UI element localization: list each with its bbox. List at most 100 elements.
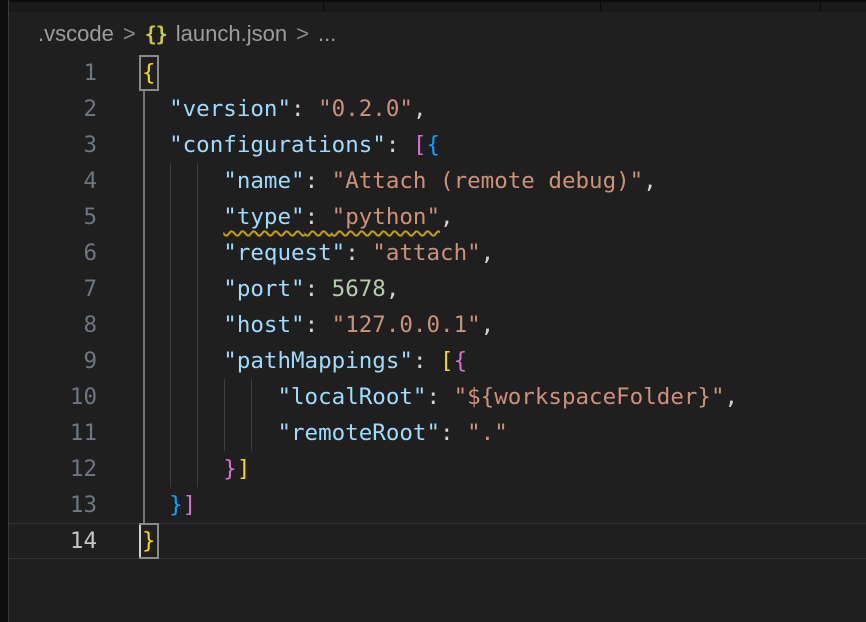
code-token: "request" — [223, 240, 345, 266]
code-line[interactable]: 5 "type": "python", — [0, 199, 866, 235]
code-line-text: "port": 5678, — [142, 276, 399, 302]
indent-guide-line — [197, 307, 198, 343]
code-token: : — [345, 240, 372, 266]
code-line-text: "name": "Attach (remote debug)", — [142, 168, 657, 194]
indent-guide-line — [197, 235, 198, 271]
code-text: "request": "attach", — [142, 235, 494, 271]
code-line[interactable]: 3 "configurations": [{ — [0, 127, 866, 163]
indent-guide-line — [170, 415, 171, 451]
code-text: "name": "Attach (remote debug)", — [142, 163, 657, 199]
breadcrumb-folder[interactable]: .vscode — [38, 21, 114, 47]
indent-guide-line — [143, 199, 145, 235]
code-token: "type" — [223, 204, 304, 230]
code-token: "localRoot" — [277, 384, 426, 410]
code-token: "port" — [223, 276, 304, 302]
indent-guide-line — [197, 451, 198, 487]
code-line-text: }] — [142, 492, 196, 518]
breadcrumb-symbol-more[interactable]: ... — [318, 21, 336, 47]
line-number[interactable]: 9 — [0, 343, 97, 379]
code-token: "python" — [332, 204, 440, 230]
code-line[interactable]: 7 "port": 5678, — [0, 271, 866, 307]
code-text: "port": 5678, — [142, 271, 399, 307]
code-token: , — [481, 312, 495, 338]
code-token: , — [481, 240, 495, 266]
code-line[interactable]: 8 "host": "127.0.0.1", — [0, 307, 866, 343]
indent-guide-line — [143, 127, 145, 163]
line-number[interactable]: 2 — [0, 91, 97, 127]
code-token: "attach" — [372, 240, 480, 266]
json-braces-icon: {} — [145, 22, 167, 46]
line-number[interactable]: 7 — [0, 271, 97, 307]
code-text: "type": "python", — [142, 199, 454, 235]
code-token: "host" — [223, 312, 304, 338]
tab-divider — [323, 2, 324, 11]
code-token: : — [440, 420, 467, 446]
code-line[interactable]: 12 }] — [0, 451, 866, 487]
code-token: "0.2.0" — [318, 96, 413, 122]
code-line-text: } — [142, 528, 156, 554]
code-token: "." — [467, 420, 508, 446]
line-number[interactable]: 12 — [0, 451, 97, 487]
code-line[interactable]: 2 "version": "0.2.0", — [0, 91, 866, 127]
indent-guide-line — [170, 235, 171, 271]
code-token: [ — [440, 348, 454, 374]
line-number[interactable]: 8 — [0, 307, 97, 343]
bracket-match-highlight: } — [139, 523, 159, 559]
code-token: { — [454, 348, 468, 374]
tab-divider — [600, 2, 601, 11]
code-line-text: "version": "0.2.0", — [142, 96, 426, 122]
line-number[interactable]: 3 — [0, 127, 97, 163]
code-line[interactable]: 1{ — [0, 55, 866, 91]
code-token: : — [305, 168, 332, 194]
line-number[interactable]: 6 — [0, 235, 97, 271]
code-token: "127.0.0.1" — [332, 312, 481, 338]
indent-guide-line — [170, 271, 171, 307]
code-token: : — [305, 204, 332, 230]
indent-guide-line — [143, 307, 145, 343]
code-token: "version" — [169, 96, 291, 122]
indent-guide-line — [170, 307, 171, 343]
code-text: "host": "127.0.0.1", — [142, 307, 494, 343]
code-token: } — [223, 456, 237, 482]
indent-guide-line — [143, 451, 145, 487]
line-number[interactable]: 4 — [0, 163, 97, 199]
editor-code-area[interactable]: 1{2 "version": "0.2.0",3 "configurations… — [0, 55, 866, 559]
indent-guide-line — [170, 199, 171, 235]
code-token: : — [426, 384, 453, 410]
indent-guide-line — [170, 163, 171, 199]
code-token: { — [426, 132, 440, 158]
line-number[interactable]: 10 — [0, 379, 97, 415]
indent-guide-line — [224, 415, 225, 451]
line-number[interactable]: 14 — [0, 523, 97, 559]
code-line[interactable]: 10 "localRoot": "${workspaceFolder}", — [0, 379, 866, 415]
code-line[interactable]: 14} — [0, 523, 866, 559]
code-line[interactable]: 13 }] — [0, 487, 866, 523]
indent-guide-line — [197, 343, 198, 379]
line-number[interactable]: 5 — [0, 199, 97, 235]
code-line[interactable]: 6 "request": "attach", — [0, 235, 866, 271]
line-number[interactable]: 1 — [0, 55, 97, 91]
indent-guide-line — [197, 163, 198, 199]
indent-guide-line — [170, 451, 171, 487]
breadcrumb-file[interactable]: launch.json — [176, 21, 287, 47]
code-line[interactable]: 11 "remoteRoot": "." — [0, 415, 866, 451]
code-line-text: { — [142, 60, 156, 86]
code-line-text: "type": "python", — [142, 204, 454, 230]
code-text: } — [142, 523, 156, 559]
indent-guide-line — [143, 415, 145, 451]
code-token: , — [725, 384, 739, 410]
indent-guide-line — [143, 379, 145, 415]
code-token: , — [643, 168, 657, 194]
bracket-match-highlight: { — [139, 55, 159, 91]
line-number[interactable]: 11 — [0, 415, 97, 451]
indent-guide-line — [224, 379, 225, 415]
code-text: "configurations": [{ — [142, 127, 440, 163]
code-token: : — [305, 276, 332, 302]
code-text: "version": "0.2.0", — [142, 91, 426, 127]
code-line[interactable]: 9 "pathMappings": [{ — [0, 343, 866, 379]
line-number[interactable]: 13 — [0, 487, 97, 523]
code-line[interactable]: 4 "name": "Attach (remote debug)", — [0, 163, 866, 199]
indent-guide-line — [197, 199, 198, 235]
code-text: }] — [142, 487, 196, 523]
indent-guide-line — [170, 343, 171, 379]
